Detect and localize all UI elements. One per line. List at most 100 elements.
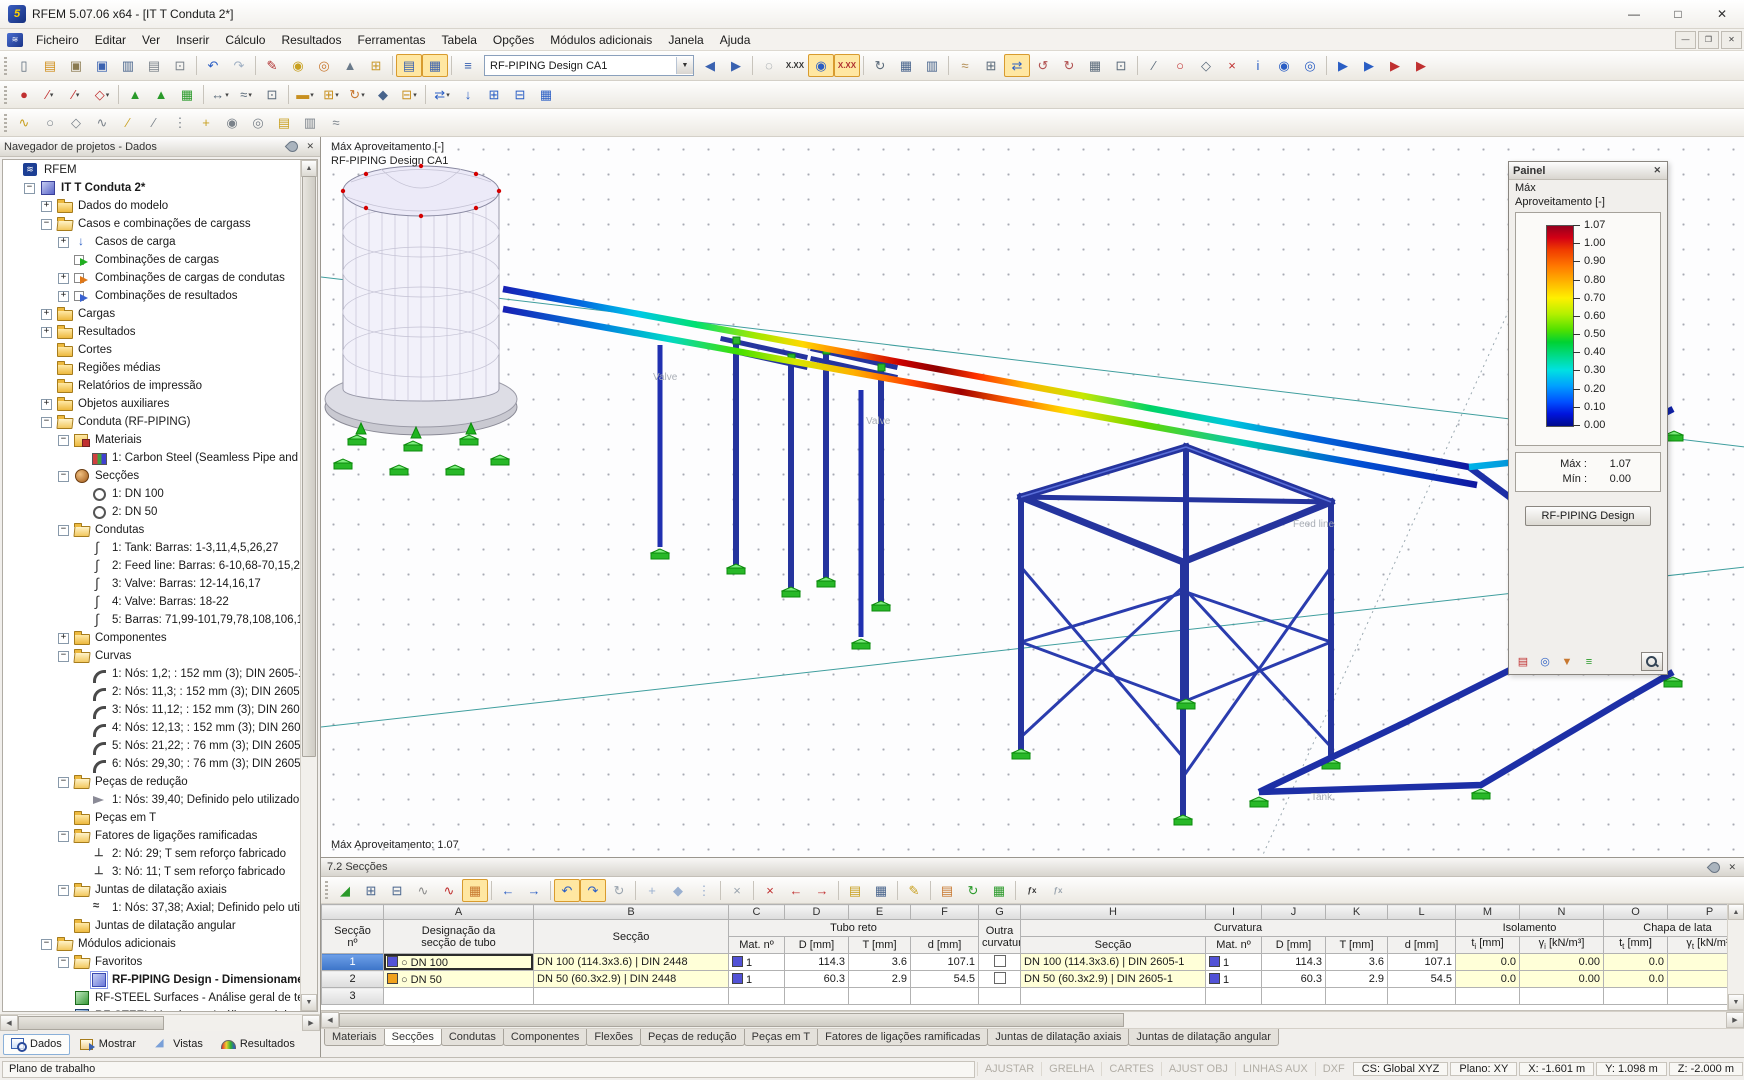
close-button[interactable]: ✕ bbox=[1700, 1, 1744, 28]
insert-nodal-support-icon[interactable]: ▲ bbox=[122, 83, 148, 106]
row-number[interactable]: 3 bbox=[321, 987, 384, 1006]
cell-L-row1[interactable]: 107.1 bbox=[1387, 953, 1456, 972]
ellipse-tool-icon[interactable]: ◇ bbox=[63, 111, 89, 134]
new-window-icon[interactable]: ⊞ bbox=[363, 54, 389, 77]
minimize-button[interactable]: — bbox=[1612, 1, 1656, 28]
movie-save-2-icon[interactable]: ▶ bbox=[1356, 54, 1382, 77]
menu-ficheiro[interactable]: Ficheiro bbox=[28, 31, 87, 49]
animate-results-icon[interactable]: ↻ bbox=[867, 54, 893, 77]
print-preview-icon[interactable]: ⊡ bbox=[167, 54, 193, 77]
cell-J-row1[interactable]: 114.3 bbox=[1261, 953, 1326, 972]
column-header-stub[interactable] bbox=[321, 904, 384, 920]
special-entry-icon[interactable]: ◆ bbox=[665, 879, 691, 902]
navigator-close-icon[interactable]: ✕ bbox=[304, 141, 316, 152]
tree-item-1-n-s-39-40-definido-pelo-utilizado[interactable]: 1: Nós: 39,40; Definido pelo utilizado bbox=[3, 791, 300, 809]
cell-M-row2[interactable]: 0.0 bbox=[1455, 970, 1520, 989]
rotate-copy-icon[interactable]: ↻ ▾ bbox=[344, 83, 370, 106]
pin-result-icon[interactable]: ◌ bbox=[756, 54, 782, 77]
tree-item-regi-es-m-dias[interactable]: Regiões médias bbox=[3, 359, 300, 377]
table-tab-materiais[interactable]: Materiais bbox=[324, 1029, 385, 1046]
cell-I-row2[interactable]: 1 bbox=[1205, 970, 1262, 989]
curvatura-checkbox[interactable] bbox=[993, 972, 1006, 985]
column-header-C[interactable]: C bbox=[728, 904, 785, 920]
column-right-icon[interactable]: → bbox=[521, 879, 547, 902]
tree-item-rf-piping-design-dimensioname[interactable]: RF-PIPING Design - Dimensioname bbox=[3, 971, 300, 989]
add-entry-icon[interactable]: + bbox=[639, 879, 665, 902]
cell-N-row2[interactable]: 0.00 bbox=[1519, 970, 1604, 989]
join-tool-icon[interactable]: + bbox=[193, 111, 219, 134]
rotate-left-icon[interactable]: ↺ bbox=[1030, 54, 1056, 77]
tree-item-dados-do-modelo[interactable]: + Dados do modelo bbox=[3, 197, 300, 215]
scroll-left-arrow[interactable]: ◀ bbox=[0, 1015, 18, 1031]
mdi-restore-button[interactable]: ❐ bbox=[1698, 30, 1719, 49]
cell-O-row3[interactable] bbox=[1603, 987, 1668, 1006]
tree-item-conduta-rf-piping-[interactable]: − Conduta (RF-PIPING) bbox=[3, 413, 300, 431]
cell-E-row1[interactable]: 3.6 bbox=[848, 953, 911, 972]
table-properties-icon[interactable]: ▤ bbox=[934, 879, 960, 902]
column-header-I[interactable]: I bbox=[1205, 904, 1262, 920]
table-tab-juntas-de-dilata-o-axiais[interactable]: Juntas de dilatação axiais bbox=[987, 1029, 1130, 1046]
dimension-value-icon[interactable]: ≈ ▾ bbox=[233, 83, 259, 106]
tree-item-juntas-de-dilata-o-axiais[interactable]: − Juntas de dilatação axiais bbox=[3, 881, 300, 899]
generate-roof-icon[interactable]: ⊟ bbox=[507, 83, 533, 106]
cell-O-row1[interactable]: 0.0 bbox=[1603, 953, 1668, 972]
menu-tabela[interactable]: Tabela bbox=[434, 31, 485, 49]
navigator-vertical-scrollbar[interactable]: ▲ ▼ bbox=[300, 160, 317, 1011]
show-tables-icon[interactable]: ▤ bbox=[396, 54, 422, 77]
pick-object-icon[interactable]: ▲ bbox=[337, 54, 363, 77]
divide-tool-icon[interactable]: ⋮ bbox=[167, 111, 193, 134]
navigator-tab-dados[interactable]: Dados bbox=[3, 1033, 70, 1055]
column-header-N[interactable]: N bbox=[1519, 904, 1604, 920]
navigator-tab-resultados[interactable]: Resultados bbox=[213, 1034, 303, 1055]
table-horizontal-scrollbar[interactable]: ◀ ▶ bbox=[321, 1011, 1744, 1029]
cell-M-row1[interactable]: 0.0 bbox=[1455, 953, 1520, 972]
menu-inserir[interactable]: Inserir bbox=[168, 31, 217, 49]
tree-item-3-valve-barras-12-14-16-17[interactable]: 3: Valve: Barras: 12-14,16,17 bbox=[3, 575, 300, 593]
menu-resultados[interactable]: Resultados bbox=[273, 31, 349, 49]
menu-ferramentas[interactable]: Ferramentas bbox=[349, 31, 433, 49]
mirror-object-icon[interactable]: ◇ bbox=[1193, 54, 1219, 77]
print-icon[interactable]: ▤ bbox=[141, 54, 167, 77]
insert-line-icon[interactable]: ∕ ▾ bbox=[37, 83, 63, 106]
cell-M-row3[interactable] bbox=[1455, 987, 1520, 1006]
scroll-right-arrow[interactable]: ▶ bbox=[1726, 1012, 1744, 1028]
collapse-icon[interactable]: − bbox=[58, 524, 69, 536]
collapse-icon[interactable]: − bbox=[24, 182, 35, 194]
convert-object-icon[interactable]: ⇄ ▾ bbox=[429, 83, 455, 106]
tree-item-sec-es[interactable]: − Secções bbox=[3, 467, 300, 485]
menu-ajuda[interactable]: Ajuda bbox=[712, 31, 759, 49]
maximize-button[interactable]: □ bbox=[1656, 1, 1700, 28]
status-toggle-ajust-obj[interactable]: AJUST OBJ bbox=[1160, 1062, 1235, 1076]
tree-item-5-barras-71-99-101-79-78-108-106-104[interactable]: 5: Barras: 71,99-101,79,78,108,106,104 bbox=[3, 611, 300, 629]
pin-icon[interactable] bbox=[285, 138, 301, 155]
insert-surface-icon[interactable]: ▦ bbox=[174, 83, 200, 106]
cell-N-row3[interactable] bbox=[1519, 987, 1604, 1006]
menu-c-lculo[interactable]: Cálculo bbox=[217, 31, 273, 49]
cell-L-row2[interactable]: 54.5 bbox=[1387, 970, 1456, 989]
column-header-P[interactable]: P bbox=[1667, 904, 1727, 920]
zoom-center-icon[interactable]: ◉ bbox=[285, 54, 311, 77]
menu-ver[interactable]: Ver bbox=[134, 31, 168, 49]
insert-polyline-icon[interactable]: ◇ ▾ bbox=[89, 83, 115, 106]
curve-tool-icon[interactable]: ○ bbox=[37, 111, 63, 134]
tree-item-relat-rios-de-impress-o[interactable]: Relatórios de impressão bbox=[3, 377, 300, 395]
offset-tool-icon[interactable]: ▤ bbox=[271, 111, 297, 134]
select-rectangle-icon[interactable]: ▬ ▾ bbox=[292, 83, 318, 106]
menu-op-es[interactable]: Opções bbox=[485, 31, 542, 49]
expand-icon[interactable]: + bbox=[58, 236, 69, 248]
cell-H-row1[interactable]: DN 100 (114.3x3.6) | DIN 2605-1 bbox=[1020, 953, 1206, 972]
table-tab-pe-as-em-t[interactable]: Peças em T bbox=[743, 1029, 819, 1046]
column-header-A[interactable]: A bbox=[383, 904, 534, 920]
cell-B-row3[interactable] bbox=[533, 987, 729, 1006]
table-tab-flex-es[interactable]: Flexões bbox=[586, 1029, 641, 1046]
cell-H-row3[interactable] bbox=[1020, 987, 1206, 1006]
tree-item-3-n-11-t-sem-refor-o-fabricado[interactable]: 3: Nó: 11; T sem reforço fabricado bbox=[3, 863, 300, 881]
collapse-icon[interactable]: − bbox=[58, 956, 69, 968]
previous-loadcase-icon[interactable]: ◀ bbox=[697, 54, 723, 77]
curvatura-checkbox[interactable] bbox=[993, 955, 1006, 968]
table-refresh-icon[interactable]: ↻ bbox=[606, 879, 632, 902]
cell-I-row1[interactable]: 1 bbox=[1205, 953, 1262, 972]
cell-K-row1[interactable]: 3.6 bbox=[1325, 953, 1388, 972]
status-toggle-linhas-aux[interactable]: LINHAS AUX bbox=[1234, 1062, 1315, 1076]
rotate-view-icon[interactable]: ◎ bbox=[311, 54, 337, 77]
